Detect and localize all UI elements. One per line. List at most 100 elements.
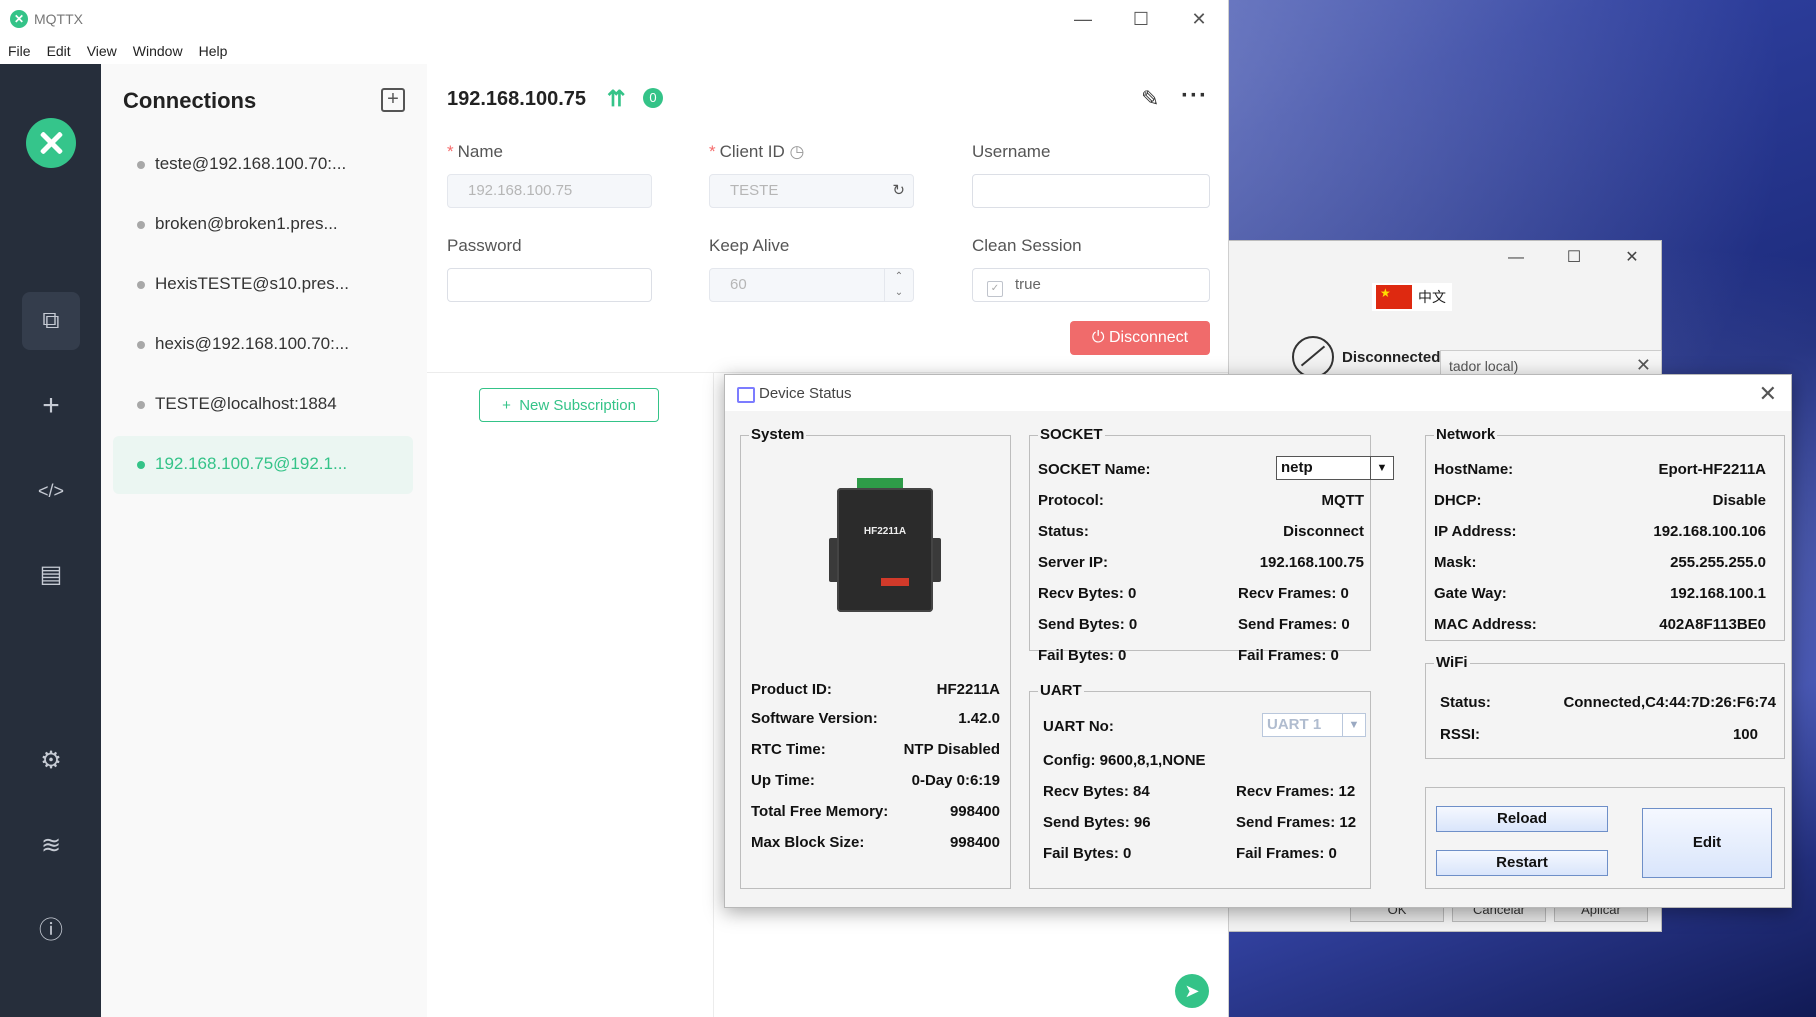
connection-item[interactable]: teste@192.168.100.70:... bbox=[113, 136, 413, 194]
connections-header: Connections bbox=[123, 88, 257, 113]
connection-label: broken@broken1.pres... bbox=[155, 214, 338, 233]
socket-status-label: Status: bbox=[1038, 523, 1089, 540]
language-selector[interactable]: 中文 bbox=[1372, 283, 1452, 311]
info-icon[interactable]: ⓘ bbox=[22, 902, 80, 960]
password-input[interactable] bbox=[447, 268, 652, 302]
disconnect-button[interactable]: ⏻ Disconnect bbox=[1070, 321, 1210, 355]
new-subscription-button[interactable]: + New Subscription bbox=[479, 388, 659, 422]
keep-alive-label: Keep Alive bbox=[709, 236, 790, 255]
uart-config: Config: 9600,8,1,NONE bbox=[1043, 752, 1206, 769]
max-block-size-value: 998400 bbox=[949, 834, 1000, 851]
maximize-icon[interactable]: ☐ bbox=[1545, 241, 1603, 275]
edit-button[interactable]: Edit bbox=[1642, 808, 1772, 878]
uart-fail-bytes: Fail Bytes: 0 bbox=[1043, 845, 1132, 862]
send-icon[interactable]: ➤ bbox=[1175, 974, 1209, 1008]
clean-session-checkbox[interactable]: ✓ true bbox=[972, 268, 1210, 302]
uart-no-label: UART No: bbox=[1043, 718, 1114, 735]
keep-alive-stepper[interactable]: 60 ⌃ ⌄ bbox=[709, 268, 914, 302]
connection-item[interactable]: HexisTESTE@s10.pres... bbox=[113, 256, 413, 314]
check-icon: ✓ bbox=[987, 281, 1003, 297]
menu-view[interactable]: View bbox=[79, 38, 125, 64]
plus-icon: + bbox=[502, 397, 511, 414]
spin-down-icon[interactable]: ⌄ bbox=[885, 285, 913, 301]
gateway-label: Gate Way: bbox=[1434, 585, 1507, 602]
connection-item[interactable]: TESTE@localhost:1884 bbox=[113, 376, 413, 434]
menu-window[interactable]: Window bbox=[125, 38, 191, 64]
menu-file[interactable]: File bbox=[0, 38, 39, 64]
maximize-icon[interactable]: ☐ bbox=[1112, 0, 1170, 38]
close-icon[interactable]: ✕ bbox=[1636, 355, 1651, 376]
network-group: Network HostName: Eport-HF2211A DHCP: Di… bbox=[1425, 426, 1785, 641]
dropdown-arrow-icon: ▼ bbox=[1342, 714, 1365, 736]
status-dot bbox=[137, 221, 145, 229]
restart-button[interactable]: Restart bbox=[1436, 850, 1608, 876]
socket-send-bytes: Send Bytes: 0 bbox=[1038, 616, 1138, 633]
rssi-label: RSSI: bbox=[1440, 726, 1481, 743]
menu-help[interactable]: Help bbox=[191, 38, 236, 64]
close-icon[interactable]: ✕ bbox=[1603, 241, 1661, 275]
dhcp-label: DHCP: bbox=[1434, 492, 1482, 509]
status-dot bbox=[137, 281, 145, 289]
socket-name-select[interactable]: netp ▼ bbox=[1276, 456, 1394, 480]
clock-icon: ◷ bbox=[789, 142, 805, 161]
product-id-label: Product ID: bbox=[751, 681, 832, 698]
uart-title: UART bbox=[1038, 682, 1084, 699]
status-dot bbox=[137, 341, 145, 349]
refresh-icon[interactable]: ↻ bbox=[892, 175, 905, 207]
connection-item[interactable]: hexis@192.168.100.70:... bbox=[113, 316, 413, 374]
window-title: MQTTX bbox=[34, 11, 83, 27]
log-icon[interactable]: ▤ bbox=[22, 546, 80, 604]
feed-icon[interactable]: ≋ bbox=[22, 817, 80, 875]
uart-recv-bytes: Recv Bytes: 84 bbox=[1043, 783, 1150, 800]
username-label: Username bbox=[972, 142, 1051, 161]
wifi-status-label: Status: bbox=[1440, 694, 1491, 711]
disconnected-icon bbox=[1292, 336, 1334, 378]
mask-value: 255.255.255.0 bbox=[1670, 554, 1766, 571]
required-mark: * bbox=[447, 142, 454, 161]
wifi-group: WiFi Status: Connected,C4:44:7D:26:F6:74… bbox=[1425, 654, 1785, 759]
software-version-value: 1.42.0 bbox=[958, 710, 1000, 727]
socket-status-value: Disconnect bbox=[1283, 523, 1364, 540]
wifi-status-value: Connected,C4:44:7D:26:F6:74 bbox=[1563, 694, 1776, 711]
dropdown-arrow-icon: ▼ bbox=[1370, 457, 1393, 479]
rtc-time-label: RTC Time: bbox=[751, 741, 826, 758]
settings-icon[interactable]: ⚙ bbox=[22, 732, 80, 790]
connection-item[interactable]: broken@broken1.pres... bbox=[113, 196, 413, 254]
reload-button[interactable]: Reload bbox=[1436, 806, 1608, 832]
client-id-input[interactable]: TESTE ↻ bbox=[709, 174, 914, 208]
code-icon[interactable]: </> bbox=[22, 462, 80, 520]
uart-send-bytes: Send Bytes: 96 bbox=[1043, 814, 1151, 831]
protocol-value: MQTT bbox=[1321, 492, 1365, 509]
password-label: Password bbox=[447, 236, 522, 255]
menu-bar: File Edit View Window Help bbox=[0, 38, 1228, 64]
connections-panel: Connections + teste@192.168.100.70:... b… bbox=[101, 64, 428, 1017]
protocol-label: Protocol: bbox=[1038, 492, 1104, 509]
more-icon[interactable]: ··· bbox=[1181, 82, 1208, 110]
edit-icon[interactable]: ✎ bbox=[1141, 86, 1159, 112]
connections-icon[interactable]: ⧉ bbox=[22, 292, 80, 350]
menu-edit[interactable]: Edit bbox=[39, 38, 79, 64]
status-dot bbox=[137, 401, 145, 409]
minimize-icon[interactable]: — bbox=[1487, 241, 1545, 275]
close-icon[interactable]: ✕ bbox=[1759, 381, 1777, 407]
minimize-icon[interactable]: — bbox=[1054, 0, 1112, 38]
ip-address-label: IP Address: bbox=[1434, 523, 1517, 540]
spin-up-icon[interactable]: ⌃ bbox=[885, 269, 913, 285]
mac-address-label: MAC Address: bbox=[1434, 616, 1537, 633]
title-bar: ✕ MQTTX — ☐ ✕ bbox=[0, 0, 1228, 38]
add-connection-button[interactable]: + bbox=[381, 88, 405, 112]
connection-label: teste@192.168.100.70:... bbox=[155, 154, 347, 173]
socket-fail-frames: Fail Frames: 0 bbox=[1238, 647, 1339, 664]
close-icon[interactable]: ✕ bbox=[1170, 0, 1228, 38]
action-group: Reload Restart Edit bbox=[1425, 787, 1785, 889]
collapse-up-icon[interactable]: ⇈ bbox=[607, 86, 625, 112]
socket-recv-bytes: Recv Bytes: 0 bbox=[1038, 585, 1137, 602]
product-id-value: HF2211A bbox=[936, 681, 1000, 698]
name-input[interactable]: 192.168.100.75 bbox=[447, 174, 652, 208]
network-title: Network bbox=[1434, 426, 1498, 443]
plus-icon[interactable]: + bbox=[22, 377, 80, 435]
username-input[interactable] bbox=[972, 174, 1210, 208]
left-nav: ⧉ + </> ▤ ⚙ ≋ ⓘ bbox=[0, 64, 101, 1017]
status-dot bbox=[137, 461, 145, 469]
connection-item-active[interactable]: 192.168.100.75@192.1... bbox=[113, 436, 413, 494]
